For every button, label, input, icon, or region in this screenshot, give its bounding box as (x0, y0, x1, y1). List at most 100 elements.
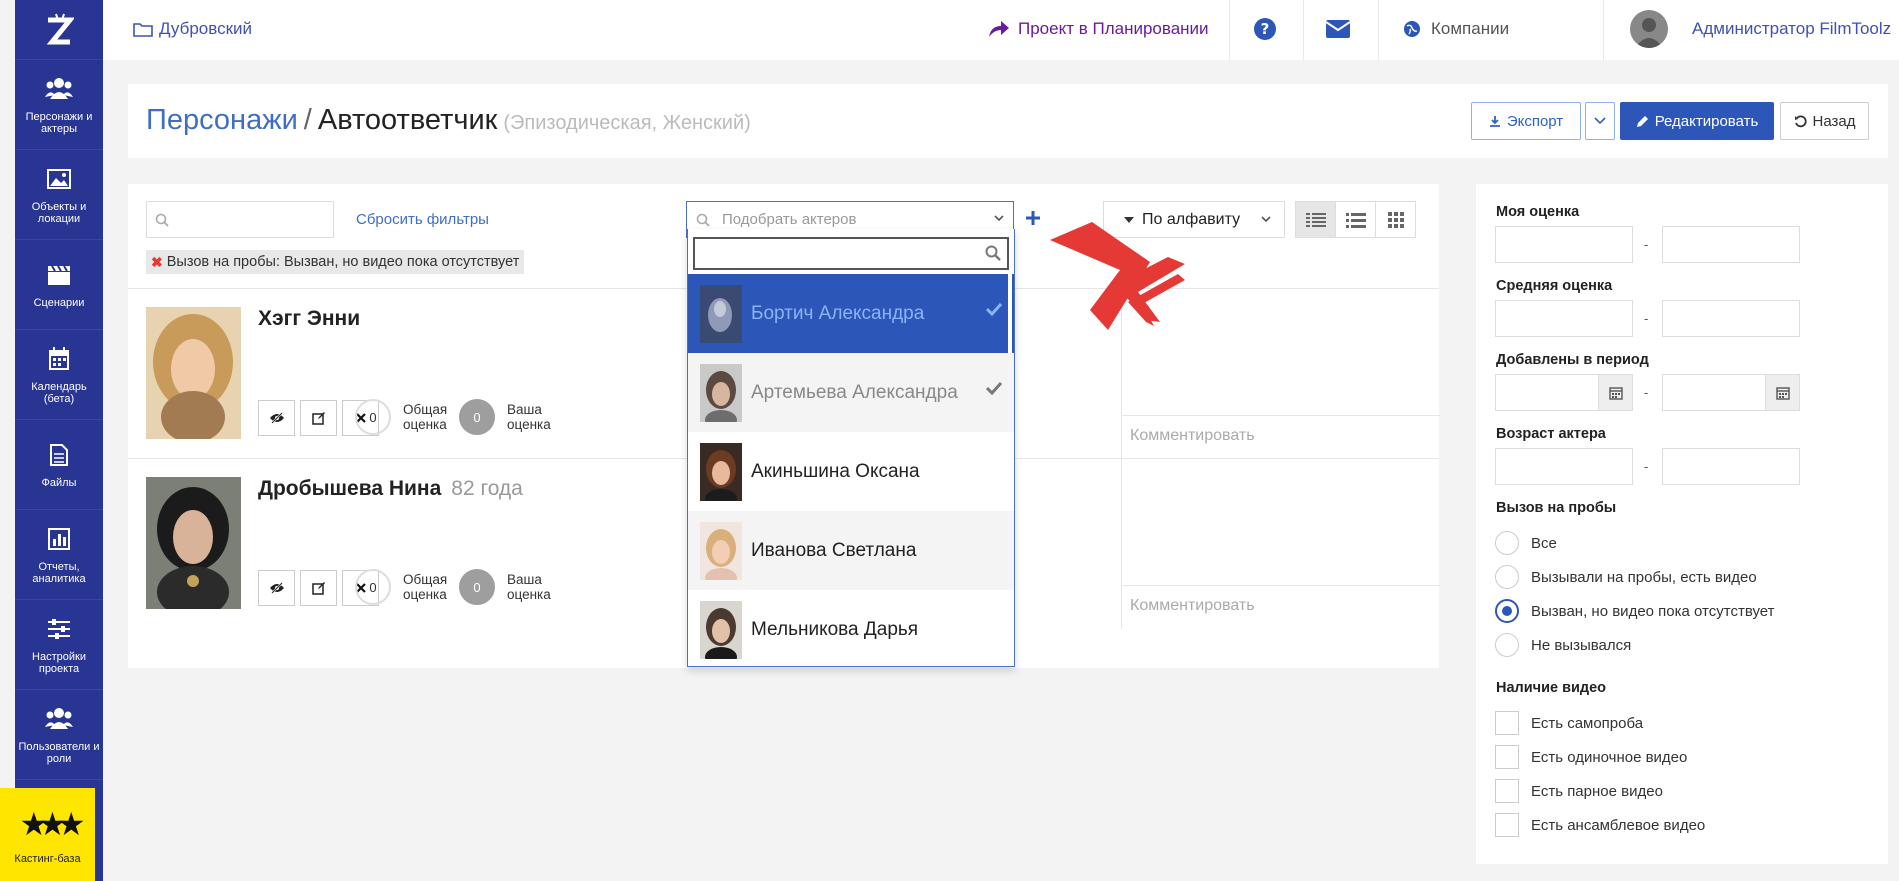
calendar-icon (45, 345, 73, 373)
project-link[interactable]: Дубровский (133, 0, 252, 58)
help-button[interactable]: ? (1253, 0, 1277, 58)
comment-input[interactable]: Комментировать (1122, 415, 1440, 457)
sidebar-item-characters[interactable]: Персонажи и актеры (15, 60, 103, 150)
age-to-input[interactable] (1662, 448, 1800, 485)
logo-icon (46, 13, 74, 44)
avg-rating-to-input[interactable] (1662, 300, 1800, 337)
export-label: Экспорт (1506, 112, 1564, 130)
my-rating-value: 0 (459, 399, 495, 435)
age-from-input[interactable] (1495, 448, 1633, 485)
remove-filter-icon[interactable]: ✖ (151, 254, 163, 271)
audition-option-all[interactable]: Все (1495, 531, 1557, 555)
casting-base-button[interactable]: ★★★ Кастинг-база (0, 788, 95, 881)
actor-photo[interactable] (146, 477, 241, 609)
dropdown-option[interactable]: Артемьева Александра (688, 353, 1014, 432)
sidebar-item-settings[interactable]: Настройки проекта (15, 600, 103, 690)
video-option-pair[interactable]: Есть парное видео (1495, 779, 1663, 803)
video-option-ensemble[interactable]: Есть ансамблевое видео (1495, 813, 1705, 837)
sidebar-item-scripts[interactable]: Сценарии (15, 240, 103, 330)
page-title: Персонажи / Автоответчик (Эпизодическая, Же… (146, 104, 751, 137)
reset-filters-link[interactable]: Сбросить фильтры (356, 211, 489, 228)
dropdown-option[interactable]: Иванова Светлана (688, 511, 1014, 590)
sidebar-item-locations[interactable]: Объекты и локации (15, 150, 103, 240)
actor-search-input[interactable] (146, 201, 334, 238)
messages-button[interactable] (1325, 0, 1351, 58)
radio-button[interactable] (1495, 633, 1519, 657)
comment-input[interactable]: Комментировать (1122, 585, 1440, 627)
audition-option-not-called[interactable]: Не вызывался (1495, 633, 1631, 657)
sidebar-item-files[interactable]: Файлы (15, 420, 103, 510)
view-grid-button[interactable] (1375, 201, 1416, 238)
audition-option-with-video[interactable]: Вызывали на пробы, есть видео (1495, 565, 1757, 589)
edit-button[interactable]: Редактировать (1620, 102, 1774, 140)
share-arrow-icon (989, 21, 1009, 37)
view-list-button[interactable] (1335, 201, 1376, 238)
calendar-icon[interactable] (1765, 375, 1799, 410)
radio-button[interactable] (1495, 531, 1519, 555)
avg-rating-from-input[interactable] (1495, 300, 1633, 337)
video-filter-label: Наличие видео (1496, 680, 1607, 696)
radio-button-selected[interactable] (1495, 599, 1519, 623)
sidebar-item-reports[interactable]: Отчеты, аналитика (15, 510, 103, 600)
total-rating: 0 Общая оценка (355, 569, 463, 605)
radio-button[interactable] (1495, 565, 1519, 589)
added-from-date-input[interactable] (1495, 374, 1633, 411)
option-photo (700, 600, 742, 659)
sidebar-item-label: Сценарии (33, 296, 85, 309)
radio-label: Не вызывался (1531, 636, 1632, 654)
export-button[interactable]: Экспорт (1471, 102, 1581, 140)
back-button[interactable]: Назад (1780, 102, 1869, 140)
calendar-icon[interactable] (1598, 375, 1632, 410)
edit-actor-button[interactable] (300, 570, 337, 606)
dropdown-option[interactable]: Бортич Александра (688, 274, 1014, 353)
actor-name[interactable]: Хэгг Энни (258, 307, 360, 331)
actor-photo[interactable] (146, 307, 241, 439)
my-rating[interactable]: 0 Ваша оценка (459, 399, 567, 435)
radio-label: Все (1531, 534, 1557, 552)
dropdown-scrollbar[interactable] (1008, 271, 1012, 361)
range-dash: - (1644, 311, 1649, 326)
dropdown-option[interactable]: Акиньшина Оксана (688, 432, 1014, 511)
dropdown-search-input[interactable] (693, 237, 1009, 270)
edit-actor-button[interactable] (300, 400, 337, 436)
checkbox[interactable] (1495, 745, 1519, 769)
my-rating[interactable]: 0 Ваша оценка (459, 569, 567, 605)
logo[interactable] (15, 0, 103, 60)
project-status-link[interactable]: Проект в Планировании (988, 0, 1209, 58)
back-label: Назад (1812, 112, 1856, 130)
sidebar-item-users[interactable]: Пользователи и роли (15, 690, 103, 780)
video-option-self-tape[interactable]: Есть самопроба (1495, 711, 1643, 735)
companies-link[interactable]: Компании (1403, 0, 1509, 58)
hide-button[interactable] (258, 400, 295, 436)
my-rating-to-input[interactable] (1662, 226, 1800, 263)
active-filter-label: Вызов на пробы: Вызван, но видео пока от… (166, 254, 520, 270)
dropdown-option[interactable]: Мельникова Дарья (688, 590, 1014, 669)
edit-icon (311, 582, 325, 595)
hide-button[interactable] (258, 570, 295, 606)
character-name: Автоответчик (317, 104, 498, 136)
actor-name[interactable]: Дробышева Нина 82 года (258, 477, 523, 501)
total-rating-label: Общая оценка (403, 572, 448, 602)
sidebar-item-label: Отчеты, аналитика (32, 560, 86, 585)
sidebar-item-calendar[interactable]: Календарь (бета) (15, 330, 103, 420)
checkbox-label: Есть самопроба (1531, 714, 1644, 732)
pencil-icon (1636, 115, 1648, 127)
checkbox[interactable] (1495, 779, 1519, 803)
breadcrumb-characters[interactable]: Персонажи (146, 104, 298, 136)
video-option-single[interactable]: Есть одиночное видео (1495, 745, 1687, 769)
plus-icon (1026, 211, 1040, 225)
my-rating-from-input[interactable] (1495, 226, 1633, 263)
comment-area: Комментировать (1121, 459, 1440, 629)
add-actor-button[interactable] (1025, 205, 1041, 233)
sidebar-item-label: Настройки проекта (32, 650, 86, 675)
checkbox[interactable] (1495, 711, 1519, 735)
audition-option-no-video[interactable]: Вызван, но видео пока отсутствует (1495, 599, 1775, 623)
added-to-date-input[interactable] (1662, 374, 1800, 411)
checkbox[interactable] (1495, 813, 1519, 837)
export-dropdown-button[interactable] (1585, 102, 1615, 140)
user-menu[interactable]: Администратор FilmToolz (1630, 0, 1891, 58)
view-list-detailed-button[interactable] (1295, 201, 1336, 238)
project-status: Проект в Планировании (1018, 19, 1209, 38)
total-rating-label: Общая оценка (403, 402, 448, 432)
help-icon: ? (1254, 18, 1276, 40)
